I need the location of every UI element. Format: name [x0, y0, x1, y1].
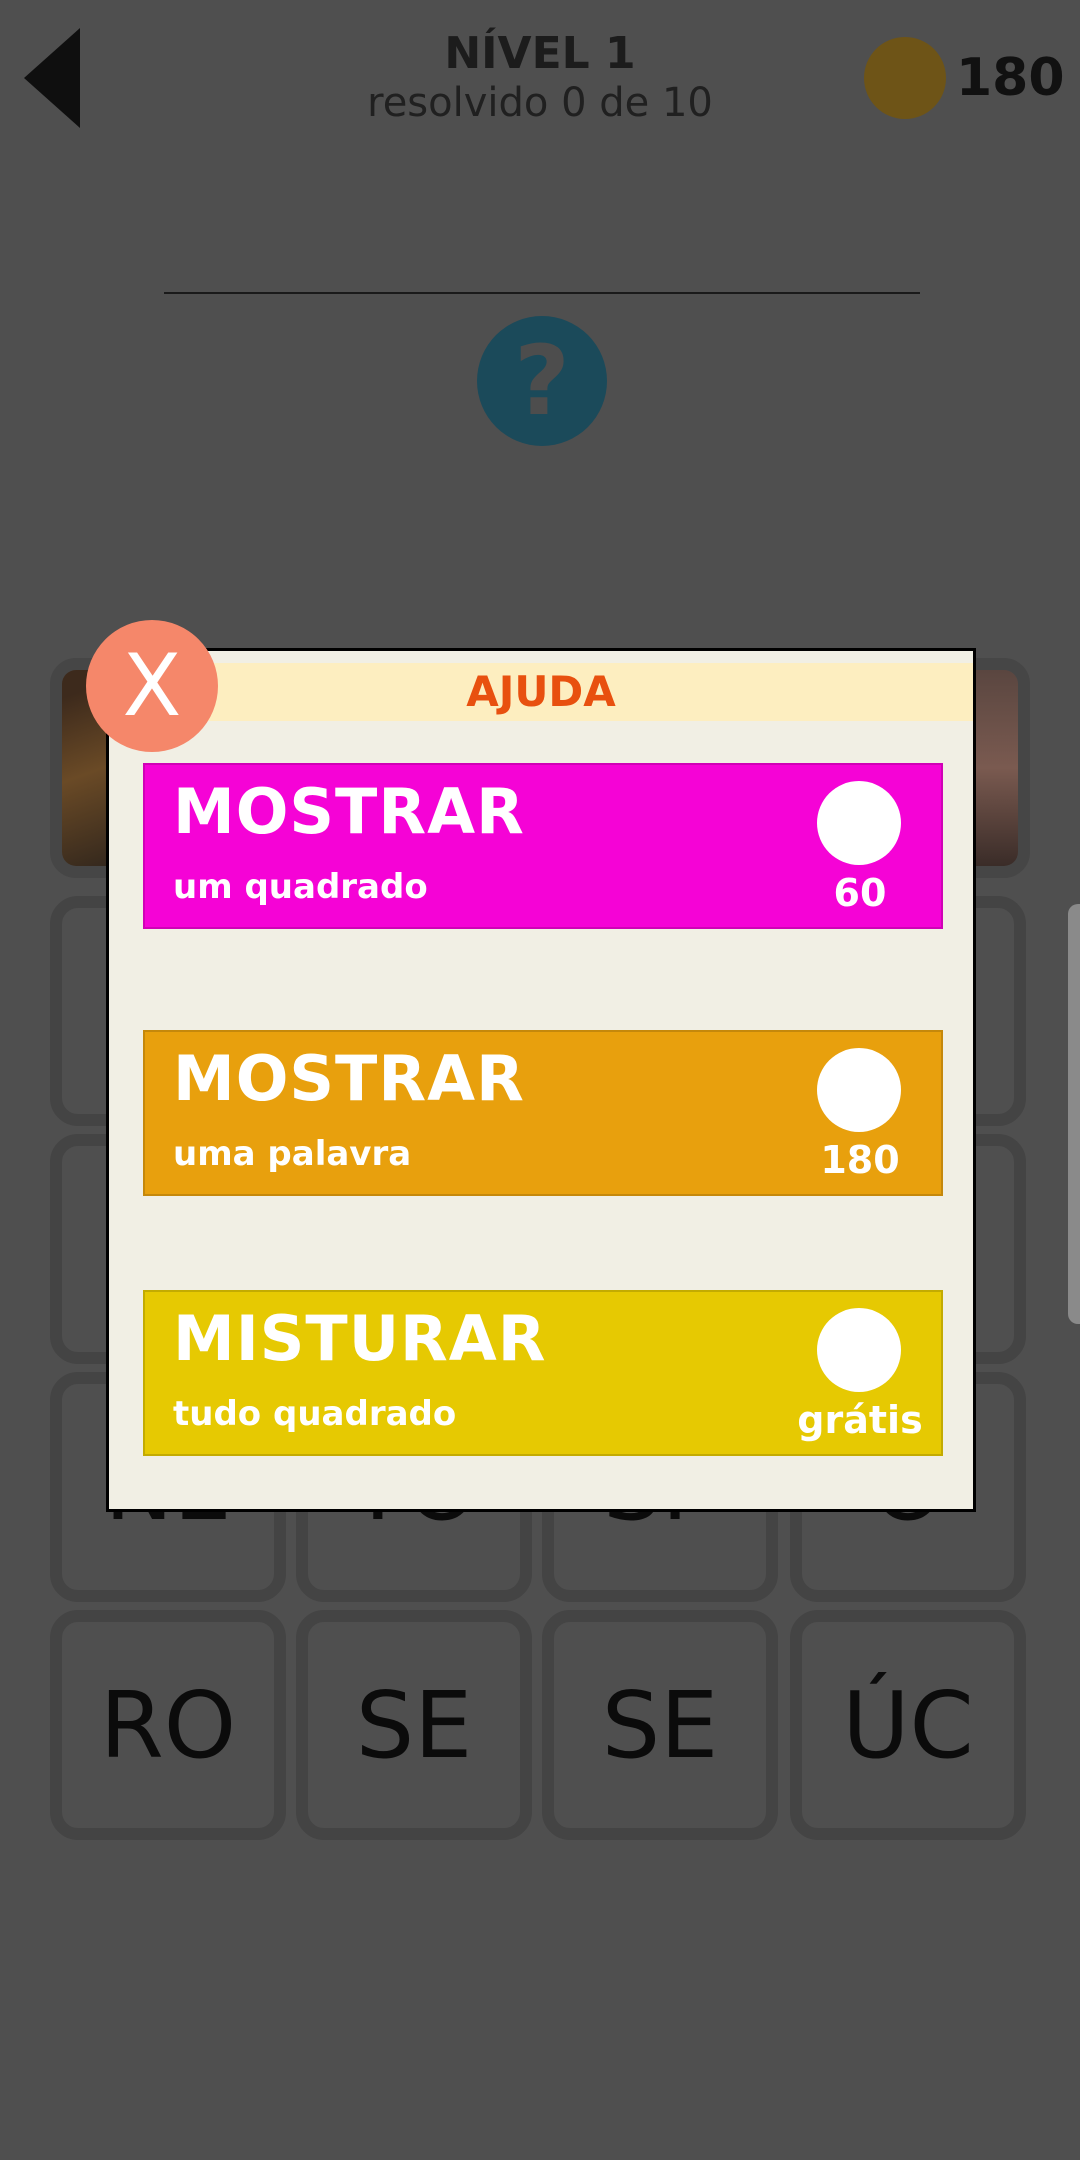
option-detail: tudo quadrado	[173, 1394, 457, 1434]
side-panel-handle[interactable]	[1068, 904, 1080, 1324]
option-price: 60	[833, 871, 887, 915]
letter-tile[interactable]: RO	[50, 1610, 286, 1840]
close-button[interactable]: X	[86, 620, 218, 752]
question-mark-icon: ?	[514, 325, 570, 437]
close-icon: X	[122, 636, 182, 736]
help-button[interactable]: ?	[477, 316, 607, 446]
coin-icon	[864, 37, 946, 119]
reveal-word-option[interactable]: MOSTRAR uma palavra 180	[143, 1030, 943, 1196]
option-action: MISTURAR	[173, 1302, 547, 1375]
coin-icon	[817, 1308, 901, 1392]
reveal-square-option[interactable]: MOSTRAR um quadrado 60	[143, 763, 943, 929]
option-action: MOSTRAR	[173, 1042, 525, 1115]
option-detail: uma palavra	[173, 1134, 412, 1174]
coin-icon	[817, 781, 901, 865]
help-dialog: AJUDA MOSTRAR um quadrado 60 MOSTRAR uma…	[106, 648, 976, 1512]
letter-tile[interactable]: SE	[542, 1610, 778, 1840]
answer-line	[164, 292, 920, 294]
coin-count: 180	[956, 48, 1065, 108]
shuffle-option[interactable]: MISTURAR tudo quadrado grátis	[143, 1290, 943, 1456]
letter-tile[interactable]: SE	[296, 1610, 532, 1840]
letter-tile[interactable]: ÚC	[790, 1610, 1026, 1840]
option-detail: um quadrado	[173, 867, 428, 907]
option-price: 180	[820, 1138, 900, 1182]
dialog-title: AJUDA	[109, 663, 973, 721]
coin-icon	[817, 1048, 901, 1132]
option-action: MOSTRAR	[173, 775, 525, 848]
option-price: grátis	[797, 1398, 923, 1442]
